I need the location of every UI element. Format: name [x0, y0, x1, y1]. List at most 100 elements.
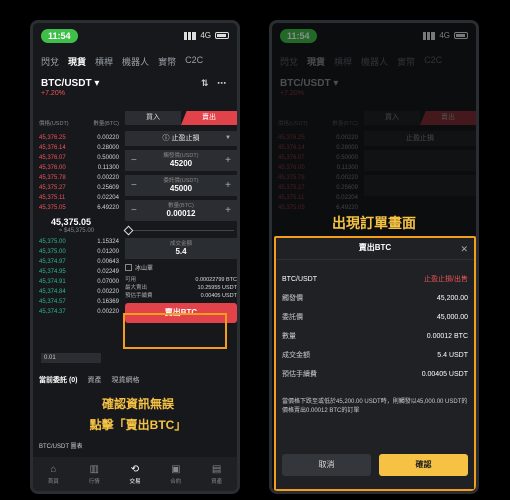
row-qty: 0.00220	[97, 289, 119, 295]
available-row: 可用 0.00022799 BTC	[125, 276, 237, 284]
dialog-row-label: 成交金額	[282, 352, 310, 359]
nav-assets[interactable]: ▤ 資產	[211, 464, 222, 485]
chart-settings-icons[interactable]: ⇅ ⋯	[201, 78, 229, 89]
nav-home[interactable]: ⌂ 首頁	[48, 464, 59, 485]
bid-row[interactable]: 45,375.00 0.01200	[39, 247, 119, 257]
ask-row[interactable]: 45,376.07 0.50000	[39, 153, 119, 163]
quantity-input[interactable]: − 數量(BTC) 0.00012 +	[125, 200, 237, 221]
nav-markets[interactable]: ▥ 行情	[89, 464, 100, 485]
tab-convert[interactable]: 閃兌	[41, 55, 59, 68]
bid-row[interactable]: 45,374.95 0.02249	[39, 267, 119, 277]
battery-icon	[215, 32, 229, 39]
qty-label: 數量(BTC)	[168, 203, 194, 209]
row-qty: 0.00643	[97, 259, 119, 265]
bid-row[interactable]: 45,374.91 0.07000	[39, 277, 119, 287]
max-sell-value: 10.25955 USDT	[197, 285, 237, 291]
dialog-row: 成交金額 5.4 USDT	[276, 346, 474, 365]
total-input[interactable]: 成交金額 5.4	[125, 238, 237, 259]
row-qty: 0.01200	[97, 249, 119, 255]
ask-row[interactable]: 45,376.25 0.00220	[39, 133, 119, 143]
tab-c2c[interactable]: C2C	[185, 55, 203, 68]
bid-row[interactable]: 45,374.57 0.16369	[39, 297, 119, 307]
futures-icon: ▣	[171, 463, 181, 475]
nav-futures[interactable]: ▣ 合約	[170, 464, 181, 485]
iceberg-label: 冰山單	[135, 266, 154, 272]
tab-open-orders[interactable]: 當前委託 (0)	[39, 375, 78, 385]
caption-line2: 點擊「賣出BTC」	[89, 418, 187, 432]
order-price-input[interactable]: − 委託價(USDT) 45000 +	[125, 175, 237, 196]
amount-slider[interactable]	[123, 225, 237, 236]
tab-margin[interactable]: 槓桿	[95, 55, 113, 68]
plus-icon[interactable]: +	[225, 205, 231, 216]
bid-row[interactable]: 45,374.97 0.00643	[39, 257, 119, 267]
dialog-header: 賣出BTC ✕	[276, 238, 474, 260]
nav-trade[interactable]: ⟲ 交易	[129, 464, 140, 485]
plus-icon[interactable]: +	[225, 180, 231, 191]
trigger-value: 45200	[169, 159, 193, 168]
ask-row[interactable]: 45,376.14 0.28000	[39, 143, 119, 153]
tab-buy-crypto[interactable]: 實幣	[158, 55, 176, 68]
fee-row: 預估手續費 0.00405 USDT	[125, 292, 237, 300]
minus-icon[interactable]: −	[131, 205, 137, 216]
qty-value: 0.00012	[166, 209, 196, 218]
close-icon[interactable]: ✕	[460, 239, 468, 259]
buy-sell-toggle: 買入 賣出	[125, 111, 237, 125]
tab-spot[interactable]: 現貨	[68, 55, 86, 68]
row-price: 45,375.05	[39, 205, 66, 211]
ask-row[interactable]: 45,375.11 0.02204	[39, 193, 119, 203]
ask-row[interactable]: 45,376.00 0.11300	[39, 163, 119, 173]
confirm-button[interactable]: 確認	[379, 454, 468, 476]
lot-size-select[interactable]: 0.01	[41, 353, 101, 363]
dialog-row-value: 5.4 USDT	[437, 352, 468, 359]
ask-row[interactable]: 45,375.05 6.49220	[39, 203, 119, 213]
dialog-row: 委託價 45,000.00	[276, 308, 474, 327]
row-price: 45,376.07	[39, 155, 66, 161]
row-price: 45,374.95	[39, 269, 66, 275]
dialog-row-label: 觸發價	[282, 295, 303, 302]
dialog-row: 數量 0.00012 BTC	[276, 327, 474, 346]
row-price: 45,376.25	[39, 135, 66, 141]
pair-selector[interactable]: BTC/USDT ▾ ⇅ ⋯	[33, 72, 237, 89]
dialog-note: 當價格下跌至或低於45,200.00 USDT時，則觸發以45,000.00 U…	[282, 399, 468, 414]
row-qty: 0.07000	[97, 279, 119, 285]
wallet-icon: ▤	[211, 463, 222, 475]
dialog-row: 預估手續費 0.00405 USDT	[276, 365, 474, 384]
bid-row[interactable]: 45,375.00 1.15324	[39, 237, 119, 247]
bid-list: 45,375.00 1.15324 45,375.00 0.01200 45,374.9…	[39, 237, 119, 317]
status-bar: 11:54 4G	[33, 23, 237, 49]
home-icon: ⌂	[50, 463, 57, 475]
ask-row[interactable]: 45,375.27 0.25609	[39, 183, 119, 193]
cancel-button[interactable]: 取消	[282, 454, 371, 476]
last-price: 45,375.05	[51, 217, 92, 227]
dialog-row-value: 0.00012 BTC	[426, 333, 468, 340]
order-type-select[interactable]: ⓘ 止盈止損 ▼	[125, 131, 237, 146]
caption-line1: 確認資訊無誤	[101, 397, 174, 411]
order-type-label: 止盈止損	[171, 135, 200, 142]
iceberg-checkbox[interactable]: 冰山單	[125, 263, 237, 272]
ask-row[interactable]: 45,375.78 0.00220	[39, 173, 119, 183]
sell-tab[interactable]: 賣出	[181, 111, 237, 125]
dialog-pair-row: BTC/USDT 止盈止損/出售	[276, 270, 474, 289]
dialog-row-value: 0.00405 USDT	[421, 371, 468, 378]
minus-icon[interactable]: −	[131, 180, 137, 191]
minus-icon[interactable]: −	[131, 155, 137, 166]
dialog-row-label: 委託價	[282, 314, 303, 321]
signal-icon	[184, 31, 197, 40]
tab-assets[interactable]: 資產	[88, 375, 102, 385]
bid-row[interactable]: 45,374.37 0.00220	[39, 307, 119, 317]
trigger-price-input[interactable]: − 觸發價(USDT) 45200 +	[125, 150, 237, 171]
nav-home-label: 首頁	[47, 478, 59, 485]
bid-row[interactable]: 45,374.84 0.00220	[39, 287, 119, 297]
buy-tab[interactable]: 買入	[125, 111, 181, 125]
plus-icon[interactable]: +	[225, 155, 231, 166]
chart-row[interactable]: BTC/USDT 圖表	[39, 441, 83, 450]
pair-name: BTC/USDT	[41, 78, 92, 89]
top-tabs: 閃兌 現貨 槓桿 機器人 實幣 C2C	[33, 49, 237, 72]
nav-futures-label: 合約	[170, 478, 182, 485]
row-qty: 0.02204	[97, 195, 119, 201]
slider-handle[interactable]	[123, 225, 134, 236]
dialog-row: 觸發價 45,200.00	[276, 289, 474, 308]
tab-bot[interactable]: 機器人	[122, 55, 149, 68]
tab-grid[interactable]: 現貨網格	[112, 375, 140, 385]
dialog-row-value: 45,000.00	[436, 314, 468, 321]
